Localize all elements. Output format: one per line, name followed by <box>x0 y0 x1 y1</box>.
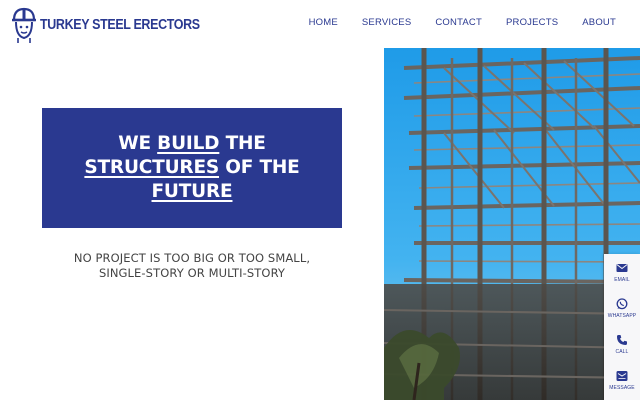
phone-icon <box>617 334 627 345</box>
main-nav: HOME SERVICES CONTACT PROJECTS ABOUT <box>285 17 616 28</box>
tagline-line-2: SINGLE-STORY OR MULTI-STORY <box>98 266 286 280</box>
contact-whatsapp-label: WHATSAPP <box>607 312 637 319</box>
tagline-line-1: NO PROJECT IS TOO BIG OR TOO SMALL, <box>73 251 311 265</box>
hardhat-worker-icon <box>12 7 36 43</box>
nav-home[interactable]: HOME <box>309 17 338 28</box>
whatsapp-icon <box>616 297 628 309</box>
hero-text: WE <box>118 133 158 154</box>
envelope-icon <box>616 263 628 272</box>
contact-email-label: EMAIL <box>614 276 630 283</box>
hero-text: OF THE <box>219 157 300 178</box>
hero-tagline: NO PROJECT IS TOO BIG OR TOO SMALL, SING… <box>42 251 342 281</box>
hero-banner: WE BUILD THE STRUCTURES OF THE FUTURE <box>42 108 342 228</box>
hero-line-3: FUTURE <box>152 180 233 204</box>
nav-contact[interactable]: CONTACT <box>435 17 482 28</box>
contact-message-label: MESSAGE <box>609 384 635 391</box>
contact-whatsapp-button[interactable]: WHATSAPP <box>604 290 640 326</box>
hero-text-underlined: FUTURE <box>151 181 233 202</box>
hero-line-1: WE BUILD THE <box>118 132 266 156</box>
hero-text: THE <box>219 133 266 154</box>
message-icon <box>616 370 628 381</box>
nav-projects[interactable]: PROJECTS <box>506 17 558 28</box>
contact-message-button[interactable]: MESSAGE <box>604 362 640 398</box>
hero-text-underlined: STRUCTURES <box>84 157 220 178</box>
brand-logo[interactable]: TURKEY STEEL ERECTORS <box>10 5 226 45</box>
contact-email-button[interactable]: EMAIL <box>604 254 640 290</box>
site-header: TURKEY STEEL ERECTORS HOME SERVICES CONT… <box>0 0 640 48</box>
floating-contact-bar: EMAIL WHATSAPP CALL MESSAGE <box>604 254 640 400</box>
contact-call-label: CALL <box>615 348 629 355</box>
nav-services[interactable]: SERVICES <box>362 17 411 28</box>
steel-structure-photo <box>384 48 640 400</box>
nav-about[interactable]: ABOUT <box>582 17 616 28</box>
hero-line-2: STRUCTURES OF THE <box>84 156 299 180</box>
brand-name: TURKEY STEEL ERECTORS <box>40 17 200 33</box>
hero-text-underlined: BUILD <box>157 133 220 154</box>
contact-call-button[interactable]: CALL <box>604 326 640 362</box>
